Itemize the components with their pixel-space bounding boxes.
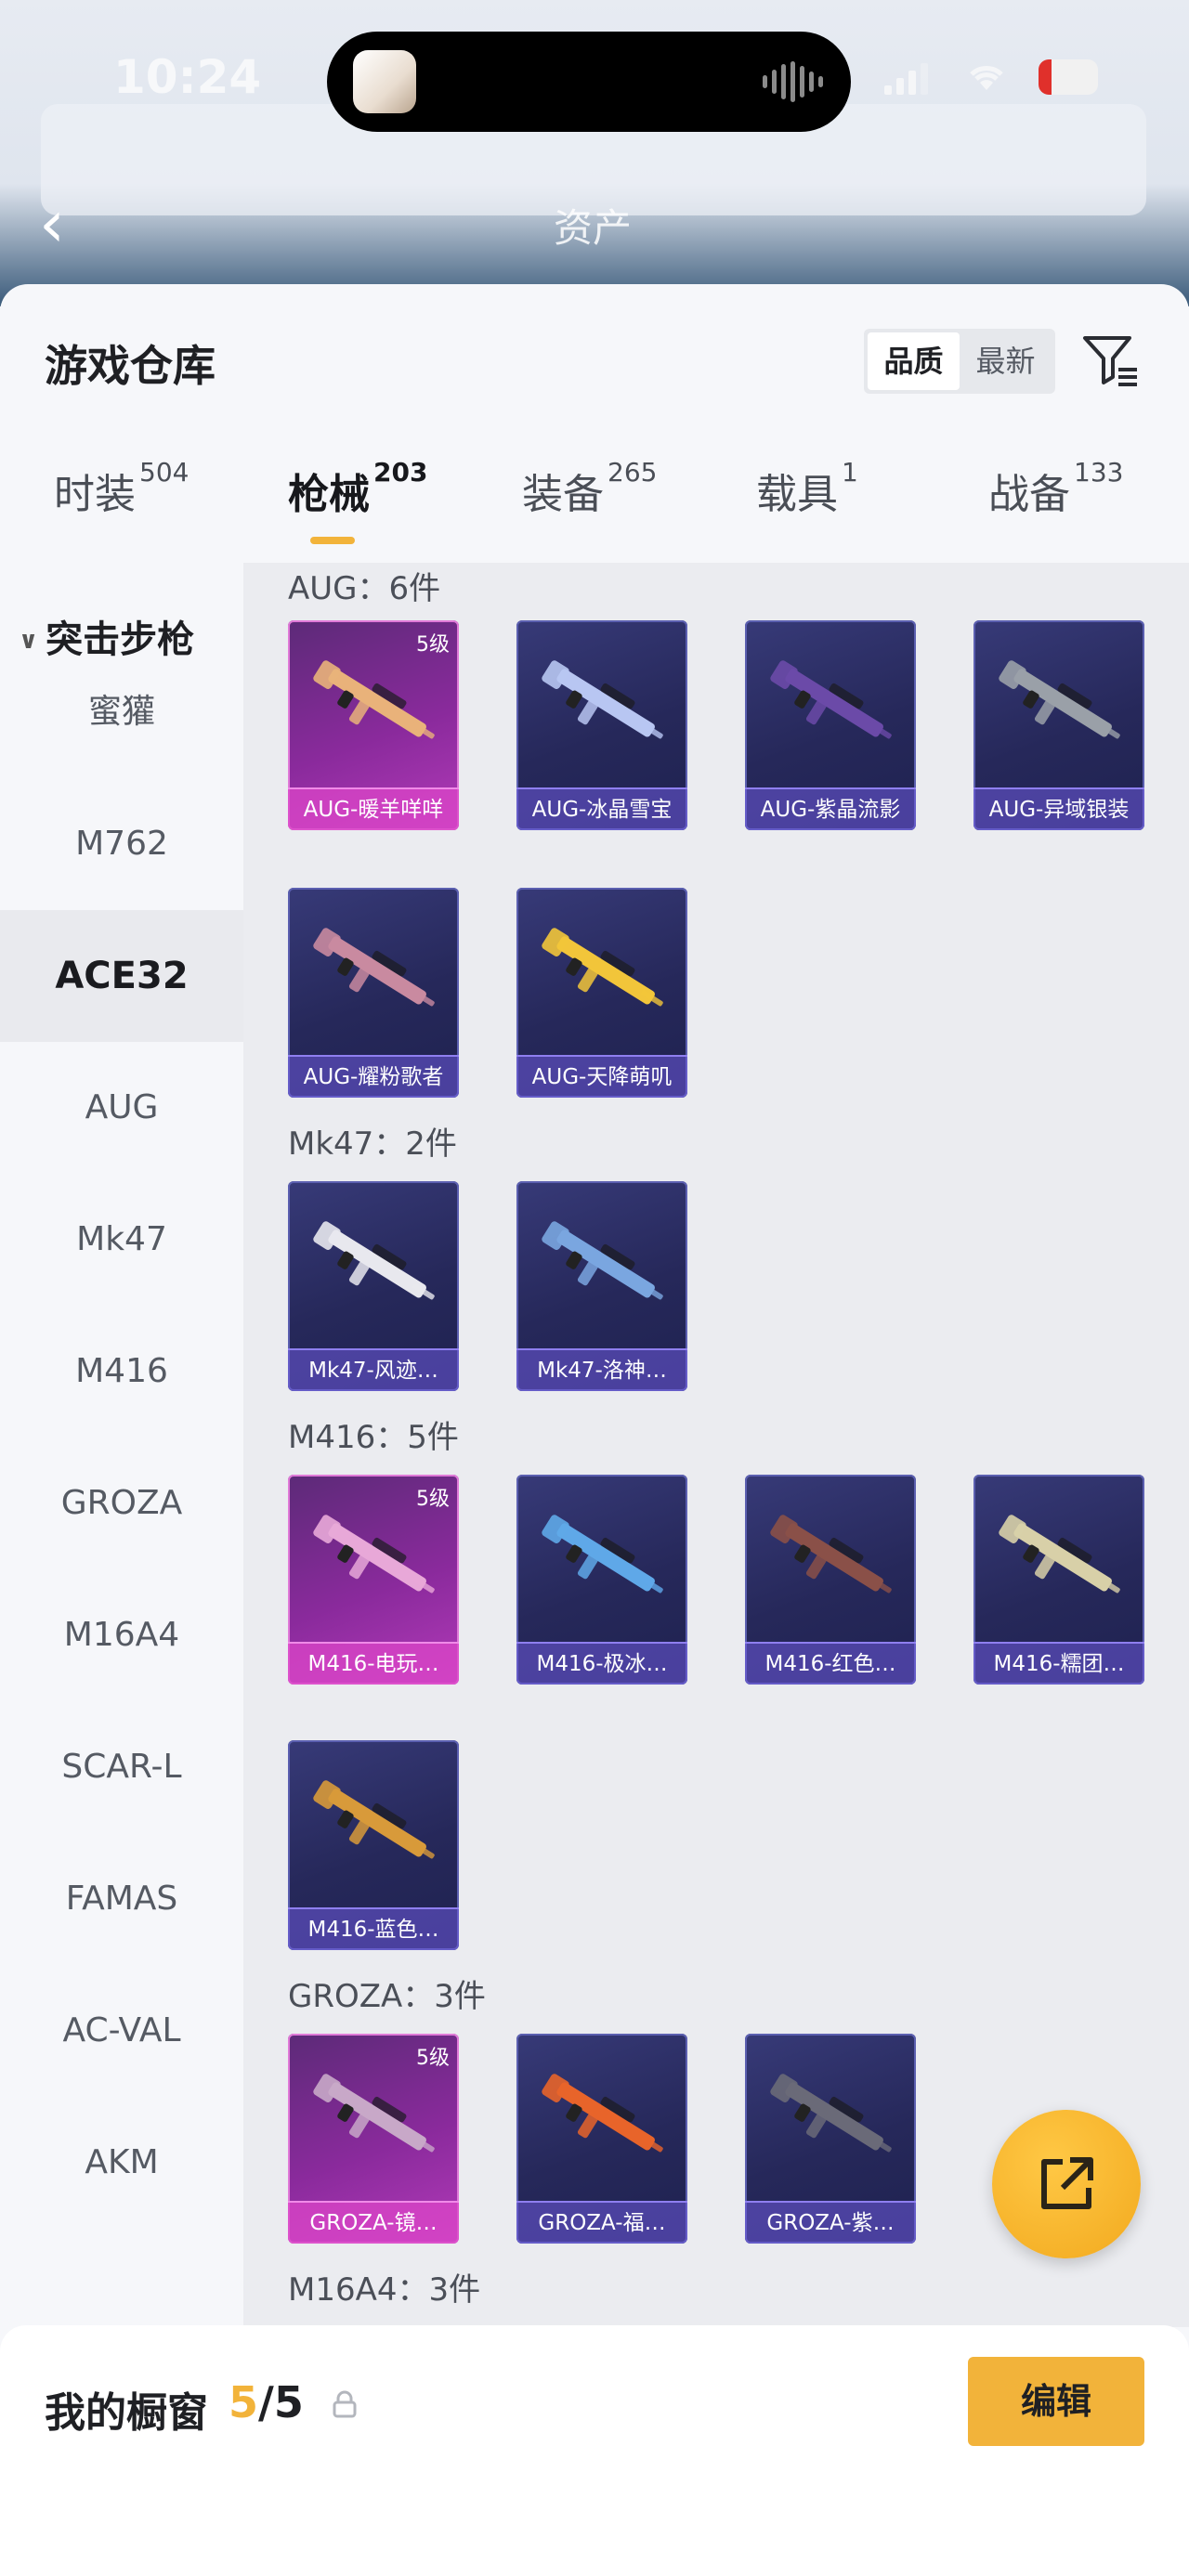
rifle-icon (999, 660, 1120, 739)
sort-newest-button[interactable]: 最新 (960, 332, 1052, 390)
skin-name: Mk47-风迹… (288, 1348, 459, 1391)
rifle-icon (313, 1780, 435, 1859)
skin-card[interactable]: M416-红色… (745, 1475, 916, 1685)
edit-button[interactable]: 编辑 (968, 2357, 1144, 2446)
share-external-icon (1041, 2157, 1093, 2209)
tab-equipment[interactable]: 装备 265 (522, 457, 657, 520)
lock-icon (333, 2390, 357, 2418)
sidebar-item-akm[interactable]: AKM (0, 2097, 243, 2229)
nav-title: 资产 (554, 205, 633, 251)
rifle-icon (770, 2074, 892, 2153)
skin-name: Mk47-洛神… (516, 1348, 687, 1391)
skin-card[interactable]: M416-蓝色… (288, 1740, 459, 1950)
wifi-icon (966, 56, 1007, 101)
group-label-aug: AUG：6件 (288, 570, 441, 607)
skin-name: AUG-异域银装 (973, 787, 1144, 830)
skin-name: AUG-暖羊咩咩 (288, 787, 459, 830)
sidebar-item-ac-val[interactable]: AC-VAL (0, 1965, 243, 2097)
skin-card[interactable]: AUG-紫晶流影 (745, 620, 916, 830)
skin-card[interactable]: 5级 GROZA-镜… (288, 2034, 459, 2244)
sidebar-item-famas[interactable]: FAMAS (0, 1833, 243, 1965)
rifle-icon (542, 1515, 663, 1594)
sidebar-item-scar-l[interactable]: SCAR-L (0, 1701, 243, 1833)
tab-vehicles[interactable]: 载具 1 (756, 457, 858, 520)
skin-card[interactable]: M416-糯团… (973, 1475, 1144, 1685)
skin-name: M416-糯团… (973, 1642, 1144, 1685)
cellular-signal-icon (884, 61, 928, 95)
group-label-m416: M416：5件 (288, 1419, 459, 1456)
audio-wave-icon (763, 61, 823, 102)
skin-card[interactable]: 5级 AUG-暖羊咩咩 (288, 620, 459, 830)
rifle-icon (313, 2074, 435, 2153)
skin-name: GROZA-镜… (288, 2201, 459, 2244)
skin-name: GROZA-福… (516, 2201, 687, 2244)
skin-name: AUG-冰晶雪宝 (516, 787, 687, 830)
group-label-mk47: Mk47：2件 (288, 1125, 457, 1163)
sidebar-item-ace32[interactable]: ACE32 (0, 910, 243, 1042)
rifle-icon (313, 660, 435, 739)
skin-card[interactable]: AUG-天降萌叽 (516, 888, 687, 1098)
rifle-icon (770, 660, 892, 739)
skin-name: M416-电玩… (288, 1642, 459, 1685)
skin-name: AUG-天降萌叽 (516, 1055, 687, 1098)
sidebar-item-aug[interactable]: AUG (0, 1042, 243, 1174)
rifle-icon (770, 1515, 892, 1594)
skin-card[interactable]: AUG-冰晶雪宝 (516, 620, 687, 830)
rifle-icon (542, 660, 663, 739)
skin-name: M416-极冰… (516, 1642, 687, 1685)
sidebar-item-honey-badger[interactable]: 蜜獾 (0, 646, 243, 778)
skin-card[interactable]: M416-极冰… (516, 1475, 687, 1685)
rifle-icon (542, 2074, 663, 2153)
battery-icon (1039, 59, 1098, 95)
app-thumbnail-icon (353, 50, 416, 113)
filter-list-icon[interactable] (1079, 331, 1143, 392)
skin-name: AUG-耀粉歌者 (288, 1055, 459, 1098)
tab-fashion[interactable]: 时装 504 (54, 457, 189, 520)
skin-card[interactable]: GROZA-紫… (745, 2034, 916, 2244)
skin-name: AUG-紫晶流影 (745, 787, 916, 830)
weapon-sidebar: ∨ 突击步枪 蜜獾 M762 ACE32 AUG Mk47 M416 GROZA … (0, 563, 243, 2327)
sheet-title: 游戏仓库 (45, 341, 216, 391)
skin-grid: AUG：6件 5级 AUG-暖羊咩咩 AUG-冰晶雪宝 AUG-紫晶流影 AUG… (243, 563, 1189, 2327)
showcase-title: 我的橱窗 (45, 2389, 208, 2437)
skin-name: M416-红色… (745, 1642, 916, 1685)
category-tabs: 时装 504 枪械 203 装备 265 载具 1 战备 133 (0, 457, 1189, 563)
skin-name: M416-蓝色… (288, 1907, 459, 1950)
active-tab-indicator (310, 537, 355, 544)
skin-name: GROZA-紫… (745, 2201, 916, 2244)
skin-card[interactable]: Mk47-风迹… (288, 1181, 459, 1391)
rifle-icon (999, 1515, 1120, 1594)
sort-quality-button[interactable]: 品质 (868, 332, 960, 390)
share-button[interactable] (992, 2110, 1141, 2258)
group-label-m16a4: M16A4：3件 (288, 2271, 481, 2309)
rifle-icon (542, 928, 663, 1007)
tab-gear[interactable]: 战备 133 (988, 457, 1123, 520)
sidebar-item-m762[interactable]: M762 (0, 778, 243, 910)
rifle-icon (313, 1221, 435, 1300)
status-time: 10:24 (113, 50, 262, 104)
showcase-count: 5/5 (229, 2377, 304, 2427)
rifle-icon (313, 928, 435, 1007)
sidebar-item-m16a4[interactable]: M16A4 (0, 1569, 243, 1701)
sidebar-item-m416[interactable]: M416 (0, 1306, 243, 1438)
dynamic-island[interactable] (327, 32, 851, 132)
skin-card[interactable]: GROZA-福… (516, 2034, 687, 2244)
skin-card[interactable]: AUG-异域银装 (973, 620, 1144, 830)
rifle-icon (313, 1515, 435, 1594)
group-label-groza: GROZA：3件 (288, 1978, 486, 2015)
skin-card[interactable]: Mk47-洛神… (516, 1181, 687, 1391)
showcase-bar: 我的橱窗 5/5 编辑 (0, 2325, 1189, 2576)
skin-card[interactable]: 5级 M416-电玩… (288, 1475, 459, 1685)
rifle-icon (542, 1221, 663, 1300)
sort-toggle: 品质 最新 (864, 329, 1055, 394)
sidebar-item-mk47[interactable]: Mk47 (0, 1174, 243, 1306)
sidebar-item-groza[interactable]: GROZA (0, 1438, 243, 1569)
tab-firearms[interactable]: 枪械 203 (288, 457, 427, 520)
skin-card[interactable]: AUG-耀粉歌者 (288, 888, 459, 1098)
chevron-left-icon[interactable]: ‹ (39, 191, 65, 256)
